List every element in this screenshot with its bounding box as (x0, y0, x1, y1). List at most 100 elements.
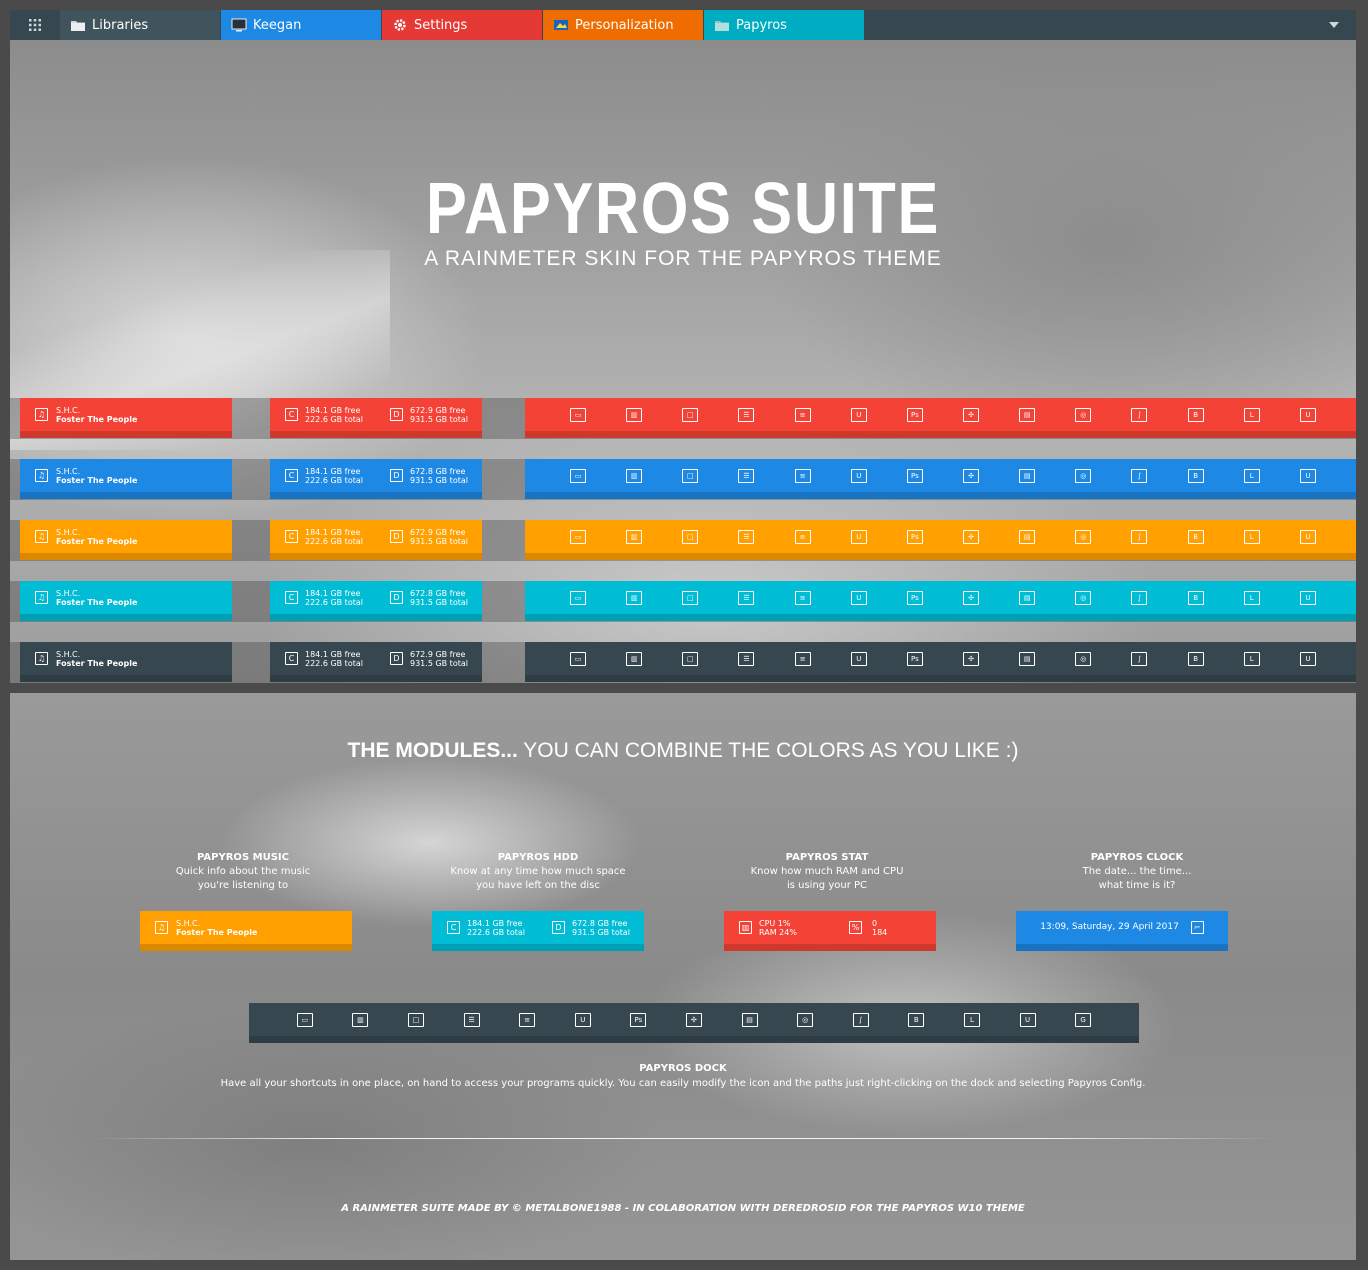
link-icon[interactable]: ∫ (1131, 651, 1148, 666)
ps-icon[interactable]: Ps (906, 529, 923, 544)
b-icon[interactable]: B (1187, 590, 1204, 605)
u-icon[interactable]: U (850, 651, 867, 666)
cup-icon[interactable]: U (1299, 529, 1316, 544)
u-icon[interactable]: U (850, 590, 867, 605)
camera-icon[interactable]: ◎ (797, 1012, 814, 1027)
music-module[interactable]: ♫ S.H.C. Foster The People (20, 642, 232, 682)
camera-icon[interactable]: ◎ (1075, 529, 1092, 544)
hdd-module[interactable]: C 184.1 GB free 222.6 GB total D 672.9 GB fr… (270, 642, 482, 682)
apps-grid-button[interactable] (10, 10, 60, 40)
l-icon[interactable]: L (1243, 529, 1260, 544)
link-icon[interactable]: ∫ (1131, 407, 1148, 422)
b-icon[interactable]: B (1187, 468, 1204, 483)
hdd-module[interactable]: C 184.1 GB free 222.6 GB total D 672.8 G… (432, 911, 644, 951)
monitor-icon[interactable]: ▭ (296, 1012, 313, 1027)
b-icon[interactable]: B (1187, 407, 1204, 422)
dock-module[interactable]: ▭ ▥ □ ☰ ≡ U Ps ✣ ▤ ◎ ∫ B L U (525, 520, 1356, 560)
archive-icon[interactable]: ▥ (352, 1012, 369, 1027)
target-icon[interactable]: ✣ (963, 468, 980, 483)
stop-icon[interactable]: □ (682, 407, 699, 422)
ps-icon[interactable]: Ps (906, 468, 923, 483)
music-module[interactable]: ♫ S.H.C. Foster The People (20, 581, 232, 621)
hdd-module[interactable]: C 184.1 GB free 222.6 GB total D 672.9 GB fr… (270, 398, 482, 438)
chat-icon[interactable]: ☰ (738, 407, 755, 422)
ps-icon[interactable]: Ps (906, 651, 923, 666)
clock-module[interactable]: 13:09, Saturday, 29 April 2017 ⌐ (1016, 911, 1228, 951)
u-icon[interactable]: U (850, 468, 867, 483)
list-icon[interactable]: ≡ (794, 407, 811, 422)
window-icon[interactable]: ▤ (1019, 468, 1036, 483)
hdd-module[interactable]: C 184.1 GB free 222.6 GB total D 672.8 GB fr… (270, 459, 482, 499)
target-icon[interactable]: ✣ (963, 529, 980, 544)
stop-icon[interactable]: □ (682, 590, 699, 605)
stat-module[interactable]: ▥ CPU 1% RAM 24% % 0 184 (724, 911, 936, 951)
u-icon[interactable]: U (574, 1012, 591, 1027)
link-icon[interactable]: ∫ (1131, 468, 1148, 483)
stop-icon[interactable]: □ (682, 529, 699, 544)
b-icon[interactable]: B (1187, 529, 1204, 544)
archive-icon[interactable]: ▥ (626, 529, 643, 544)
link-icon[interactable]: ∫ (1131, 590, 1148, 605)
music-module[interactable]: ♫ S.H.C. Foster The People (140, 911, 352, 951)
music-module[interactable]: ♫ S.H.C. Foster The People (20, 459, 232, 499)
target-icon[interactable]: ✣ (963, 651, 980, 666)
l-icon[interactable]: L (963, 1012, 980, 1027)
list-icon[interactable]: ≡ (794, 590, 811, 605)
g-icon[interactable]: G (1075, 1012, 1092, 1027)
cup-icon[interactable]: U (1299, 407, 1316, 422)
ps-icon[interactable]: Ps (630, 1012, 647, 1027)
camera-icon[interactable]: ◎ (1075, 468, 1092, 483)
target-icon[interactable]: ✣ (963, 590, 980, 605)
cup-icon[interactable]: U (1019, 1012, 1036, 1027)
dock-module[interactable]: ▭ ▥ □ ☰ ≡ U Ps ✣ ▤ ◎ ∫ B L U (525, 398, 1356, 438)
dock-module[interactable]: ▭ ▥ □ ☰ ≡ U Ps ✣ ▤ ◎ ∫ B L U (525, 459, 1356, 499)
monitor-icon[interactable]: ▭ (570, 590, 587, 605)
ps-icon[interactable]: Ps (906, 590, 923, 605)
monitor-icon[interactable]: ▭ (570, 651, 587, 666)
window-icon[interactable]: ▤ (1019, 651, 1036, 666)
camera-icon[interactable]: ◎ (1075, 590, 1092, 605)
target-icon[interactable]: ✣ (685, 1012, 702, 1027)
target-icon[interactable]: ✣ (963, 407, 980, 422)
chat-icon[interactable]: ☰ (738, 590, 755, 605)
archive-icon[interactable]: ▥ (626, 590, 643, 605)
list-icon[interactable]: ≡ (519, 1012, 536, 1027)
tab-keegan[interactable]: Keegan (221, 10, 381, 40)
hdd-module[interactable]: C 184.1 GB free 222.6 GB total D 672.9 GB fr… (270, 520, 482, 560)
stop-icon[interactable]: □ (682, 468, 699, 483)
list-icon[interactable]: ≡ (794, 651, 811, 666)
b-icon[interactable]: B (908, 1012, 925, 1027)
chat-icon[interactable]: ☰ (463, 1012, 480, 1027)
music-module[interactable]: ♫ S.H.C. Foster The People (20, 520, 232, 560)
tab-settings[interactable]: Settings (382, 10, 542, 40)
u-icon[interactable]: U (850, 407, 867, 422)
l-icon[interactable]: L (1243, 407, 1260, 422)
cup-icon[interactable]: U (1299, 590, 1316, 605)
list-icon[interactable]: ≡ (794, 529, 811, 544)
chat-icon[interactable]: ☰ (738, 529, 755, 544)
link-icon[interactable]: ∫ (852, 1012, 869, 1027)
window-icon[interactable]: ▤ (1019, 590, 1036, 605)
monitor-icon[interactable]: ▭ (570, 529, 587, 544)
tab-papyros[interactable]: Papyros (704, 10, 864, 40)
archive-icon[interactable]: ▥ (626, 651, 643, 666)
dock-module[interactable]: ▭ ▥ □ ☰ ≡ U Ps ✣ ▤ ◎ ∫ B L U (525, 581, 1356, 621)
l-icon[interactable]: L (1243, 590, 1260, 605)
l-icon[interactable]: L (1243, 468, 1260, 483)
window-icon[interactable]: ▤ (741, 1012, 758, 1027)
archive-icon[interactable]: ▥ (626, 407, 643, 422)
cup-icon[interactable]: U (1299, 651, 1316, 666)
l-icon[interactable]: L (1243, 651, 1260, 666)
hdd-module[interactable]: C 184.1 GB free 222.6 GB total D 672.8 GB fr… (270, 581, 482, 621)
tab-personalization[interactable]: Personalization (543, 10, 703, 40)
ps-icon[interactable]: Ps (906, 407, 923, 422)
tab-libraries[interactable]: Libraries (60, 10, 220, 40)
camera-icon[interactable]: ◎ (1075, 407, 1092, 422)
archive-icon[interactable]: ▥ (626, 468, 643, 483)
window-icon[interactable]: ▤ (1019, 529, 1036, 544)
cup-icon[interactable]: U (1299, 468, 1316, 483)
link-icon[interactable]: ∫ (1131, 529, 1148, 544)
stop-icon[interactable]: □ (682, 651, 699, 666)
chat-icon[interactable]: ☰ (738, 651, 755, 666)
dock-module[interactable]: ▭ ▥ □ ☰ ≡ U Ps ✣ ▤ ◎ ∫ B L U G (249, 1003, 1139, 1043)
